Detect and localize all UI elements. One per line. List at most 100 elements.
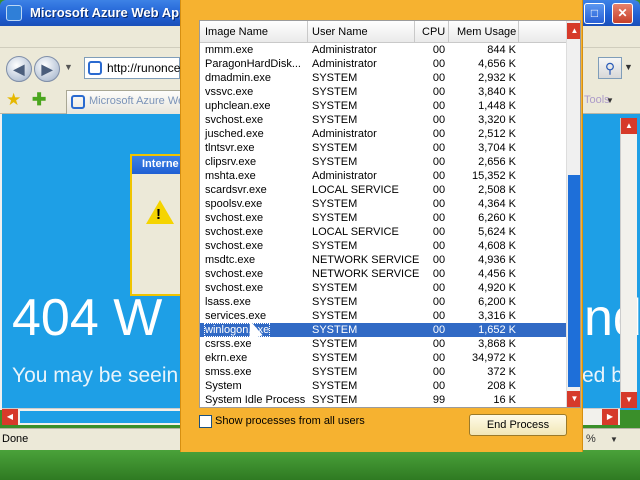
- show-all-users-checkbox[interactable]: [199, 415, 212, 428]
- favorites-star-icon[interactable]: ★: [6, 90, 21, 110]
- process-row[interactable]: mmm.exe Administrator 00 844 K: [200, 43, 566, 57]
- error-headline: 404 W: [12, 289, 163, 347]
- process-row[interactable]: scardsvr.exe LOCAL SERVICE 00 2,508 K: [200, 183, 566, 197]
- process-row[interactable]: ekrn.exe SYSTEM 00 34,972 K: [200, 351, 566, 365]
- page-icon: [88, 61, 102, 75]
- process-cpu: 00: [432, 212, 446, 224]
- show-all-users-label: Show processes from all users: [215, 415, 365, 427]
- process-row[interactable]: msdtc.exe NETWORK SERVICE 00 4,936 K: [200, 253, 566, 267]
- process-name: clipsrv.exe: [205, 156, 257, 168]
- process-row[interactable]: dmadmin.exe SYSTEM 00 2,932 K: [200, 71, 566, 85]
- process-name: svchost.exe: [205, 114, 264, 126]
- scroll-right-icon[interactable]: ▶: [602, 409, 618, 425]
- maximize-button[interactable]: □: [584, 3, 605, 24]
- chevron-down-icon[interactable]: ▼: [624, 62, 633, 72]
- process-name: System Idle Process: [205, 394, 306, 406]
- process-user: SYSTEM: [312, 156, 358, 168]
- process-cpu: 00: [432, 44, 446, 56]
- back-arrow-icon[interactable]: ◀: [6, 56, 32, 82]
- chevron-down-icon[interactable]: ▼: [610, 435, 618, 444]
- scroll-left-icon[interactable]: ◀: [2, 409, 18, 425]
- process-row[interactable]: spoolsv.exe SYSTEM 00 4,364 K: [200, 197, 566, 211]
- process-row[interactable]: mshta.exe Administrator 00 15,352 K: [200, 169, 566, 183]
- end-process-button[interactable]: End Process: [469, 414, 567, 436]
- address-field[interactable]: http://runonce: [84, 57, 180, 79]
- process-list[interactable]: Image Name User Name CPU Mem Usage mmm.e…: [199, 20, 581, 408]
- process-cpu: 00: [432, 380, 446, 392]
- process-row[interactable]: ParagonHardDisk... Administrator 00 4,656 K: [200, 57, 566, 71]
- process-name: mmm.exe: [205, 44, 254, 56]
- add-favorite-icon[interactable]: ✚: [32, 90, 46, 110]
- scroll-up-icon[interactable]: ▲: [567, 23, 580, 39]
- process-mem: 16 K: [493, 394, 516, 406]
- process-row[interactable]: System SYSTEM 00 208 K: [200, 379, 566, 393]
- process-row[interactable]: vssvc.exe SYSTEM 00 3,840 K: [200, 85, 566, 99]
- process-row[interactable]: jusched.exe Administrator 00 2,512 K: [200, 127, 566, 141]
- process-cpu: 00: [432, 72, 446, 84]
- scroll-thumb[interactable]: [568, 175, 580, 387]
- process-name: smss.exe: [205, 366, 252, 378]
- process-user: Administrator: [312, 44, 377, 56]
- process-mem: 3,320 K: [478, 114, 516, 126]
- forward-arrow-icon[interactable]: ▶: [34, 56, 60, 82]
- column-cpu[interactable]: CPU: [422, 26, 445, 38]
- tab-label: Microsoft Azure We: [89, 95, 185, 107]
- page-vertical-scrollbar[interactable]: ▲ ▼: [620, 118, 637, 408]
- process-cpu: 00: [432, 338, 446, 350]
- process-row[interactable]: svchost.exe SYSTEM 00 3,320 K: [200, 113, 566, 127]
- process-row[interactable]: svchost.exe LOCAL SERVICE 00 5,624 K: [200, 225, 566, 239]
- scroll-down-icon[interactable]: ▼: [621, 392, 637, 408]
- process-list-scrollbar[interactable]: ▲ ▼: [566, 21, 580, 407]
- scroll-down-icon[interactable]: ▼: [567, 391, 580, 407]
- process-cpu: 00: [432, 324, 446, 336]
- process-cpu: 00: [432, 58, 446, 70]
- process-cpu: 00: [432, 198, 446, 210]
- process-mem: 4,456 K: [478, 268, 516, 280]
- process-name: spoolsv.exe: [205, 198, 263, 210]
- process-row[interactable]: svchost.exe SYSTEM 00 4,920 K: [200, 281, 566, 295]
- process-cpu: 00: [432, 366, 446, 378]
- process-row[interactable]: lsass.exe SYSTEM 00 6,200 K: [200, 295, 566, 309]
- process-row[interactable]: uphclean.exe SYSTEM 00 1,448 K: [200, 99, 566, 113]
- zoom-level[interactable]: %: [586, 433, 596, 445]
- process-cpu: 00: [432, 282, 446, 294]
- process-name: msdtc.exe: [205, 254, 256, 266]
- process-mem: 4,364 K: [478, 198, 516, 210]
- search-icon[interactable]: ⚲: [598, 57, 622, 79]
- process-row[interactable]: svchost.exe NETWORK SERVICE 00 4,456 K: [200, 267, 566, 281]
- process-user: SYSTEM: [312, 324, 358, 336]
- error-subtext-tail: ed b: [582, 364, 623, 387]
- process-cpu: 00: [432, 296, 446, 308]
- dialog-title: Interne: [142, 158, 179, 170]
- chevron-down-icon[interactable]: ▼: [64, 62, 73, 72]
- process-mem: 3,840 K: [478, 86, 516, 98]
- process-row[interactable]: svchost.exe SYSTEM 00 6,260 K: [200, 211, 566, 225]
- process-row[interactable]: clipsrv.exe SYSTEM 00 2,656 K: [200, 155, 566, 169]
- process-user: Administrator: [312, 128, 377, 140]
- process-cpu: 00: [432, 352, 446, 364]
- chevron-down-icon[interactable]: ▼: [606, 96, 614, 105]
- process-name: uphclean.exe: [205, 100, 271, 112]
- process-mem: 2,508 K: [478, 184, 516, 196]
- column-image-name[interactable]: Image Name: [205, 26, 268, 38]
- process-mem: 208 K: [487, 380, 516, 392]
- column-mem-usage[interactable]: Mem Usage: [457, 26, 516, 38]
- process-name: lsass.exe: [205, 296, 251, 308]
- close-button[interactable]: ✕: [612, 3, 633, 24]
- process-row[interactable]: svchost.exe SYSTEM 00 4,608 K: [200, 239, 566, 253]
- warning-mark-icon: !: [156, 206, 161, 223]
- process-row[interactable]: System Idle Process SYSTEM 99 16 K: [200, 393, 566, 407]
- process-name: svchost.exe: [205, 268, 264, 280]
- process-row[interactable]: smss.exe SYSTEM 00 372 K: [200, 365, 566, 379]
- process-mem: 3,316 K: [478, 310, 516, 322]
- process-mem: 4,920 K: [478, 282, 516, 294]
- scroll-up-icon[interactable]: ▲: [621, 118, 637, 134]
- tab-azure[interactable]: Microsoft Azure We: [66, 90, 186, 114]
- column-user-name[interactable]: User Name: [312, 26, 368, 38]
- process-row[interactable]: csrss.exe SYSTEM 00 3,868 K: [200, 337, 566, 351]
- process-user: SYSTEM: [312, 212, 358, 224]
- scroll-thumb[interactable]: [20, 411, 190, 423]
- process-mem: 3,704 K: [478, 142, 516, 154]
- process-row[interactable]: tlntsvr.exe SYSTEM 00 3,704 K: [200, 141, 566, 155]
- process-user: SYSTEM: [312, 72, 358, 84]
